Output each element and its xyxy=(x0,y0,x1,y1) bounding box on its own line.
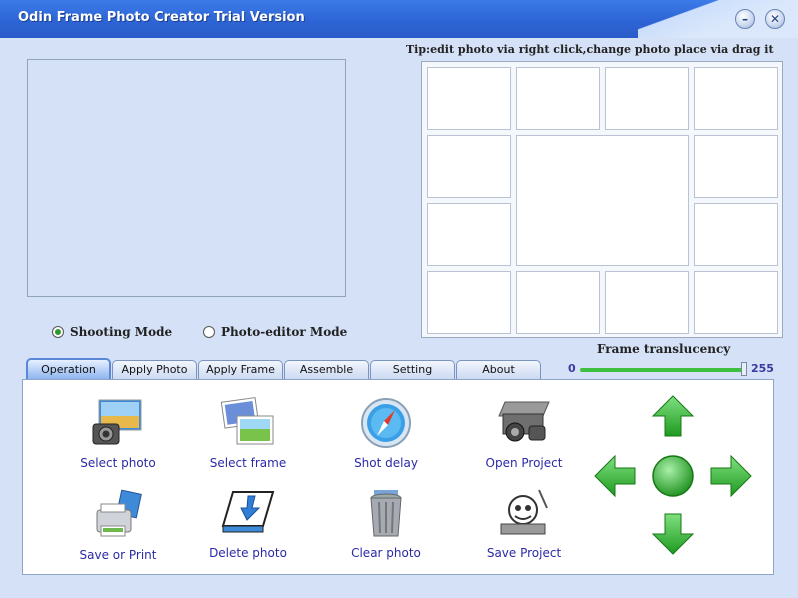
photo-slot[interactable] xyxy=(427,67,511,130)
title-bar: Odin Frame Photo Creator Trial Version –… xyxy=(0,0,798,38)
photo-slot[interactable] xyxy=(694,271,778,334)
tab-apply-frame[interactable]: Apply Frame xyxy=(198,360,283,380)
translucency-slider-thumb[interactable] xyxy=(741,362,747,376)
compass-timer-icon xyxy=(361,398,411,448)
shot-delay-button[interactable]: Shot delay xyxy=(331,396,441,470)
select-photo-button[interactable]: Select photo xyxy=(63,396,173,470)
photo-slot-center[interactable] xyxy=(516,135,689,266)
arrow-up-icon[interactable] xyxy=(651,395,695,437)
photo-editor-mode-radio[interactable]: Photo-editor Mode xyxy=(203,325,347,339)
photo-slot[interactable] xyxy=(694,67,778,130)
open-project-button[interactable]: Open Project xyxy=(469,396,579,470)
printer-icon xyxy=(96,489,142,537)
translucency-slider-track[interactable] xyxy=(580,368,745,372)
photo-slot[interactable] xyxy=(427,203,511,266)
camera-preview-area[interactable] xyxy=(27,59,346,297)
photo-slot[interactable] xyxy=(694,135,778,198)
tab-setting[interactable]: Setting xyxy=(370,360,455,380)
tab-operation[interactable]: Operation xyxy=(26,358,111,379)
tip-text: Tip:edit photo via right click,change ph… xyxy=(406,43,774,56)
center-button-icon[interactable] xyxy=(652,455,694,497)
slider-min-label: 0 xyxy=(568,362,576,375)
photo-slot[interactable] xyxy=(694,203,778,266)
save-project-icon xyxy=(500,489,548,535)
tab-about[interactable]: About xyxy=(456,360,541,380)
shooting-mode-radio[interactable]: Shooting Mode xyxy=(52,325,172,339)
radio-unselected-icon xyxy=(203,326,215,338)
save-project-button[interactable]: Save Project xyxy=(469,486,579,560)
slider-max-label: 255 xyxy=(751,362,774,375)
select-frame-button[interactable]: Select frame xyxy=(193,396,303,470)
operation-panel: Select photo Select frame Shot delay Ope… xyxy=(22,379,774,575)
photo-slot[interactable] xyxy=(605,67,689,130)
arrow-right-icon[interactable] xyxy=(710,454,752,498)
delete-photo-button[interactable]: Delete photo xyxy=(193,486,303,560)
trash-bin-icon xyxy=(370,490,402,537)
delete-photo-icon xyxy=(221,491,275,533)
photo-slot[interactable] xyxy=(516,271,600,334)
navigation-pad xyxy=(594,395,752,555)
minimize-icon[interactable]: – xyxy=(735,9,755,29)
frame-photo-grid xyxy=(421,61,783,338)
save-or-print-button[interactable]: Save or Print xyxy=(63,488,173,562)
photo-slot[interactable] xyxy=(427,271,511,334)
app-window: Odin Frame Photo Creator Trial Version –… xyxy=(0,0,798,598)
arrow-left-icon[interactable] xyxy=(594,454,636,498)
photo-slot[interactable] xyxy=(516,67,600,130)
translucency-title: Frame translucency xyxy=(597,342,731,356)
arrow-down-icon[interactable] xyxy=(651,513,695,555)
tab-assemble-photo[interactable]: Assemble photo xyxy=(284,360,369,394)
radio-selected-icon xyxy=(52,326,64,338)
camera-photo-icon xyxy=(92,399,142,445)
clear-photo-button[interactable]: Clear photo xyxy=(331,486,441,560)
frame-pictures-icon xyxy=(220,397,274,445)
window-title: Odin Frame Photo Creator Trial Version xyxy=(18,10,305,25)
close-icon[interactable]: ✕ xyxy=(765,9,785,29)
tab-apply-photo[interactable]: Apply Photo xyxy=(112,360,197,380)
open-project-icon xyxy=(498,401,550,442)
photo-slot[interactable] xyxy=(427,135,511,198)
photo-slot[interactable] xyxy=(605,271,689,334)
